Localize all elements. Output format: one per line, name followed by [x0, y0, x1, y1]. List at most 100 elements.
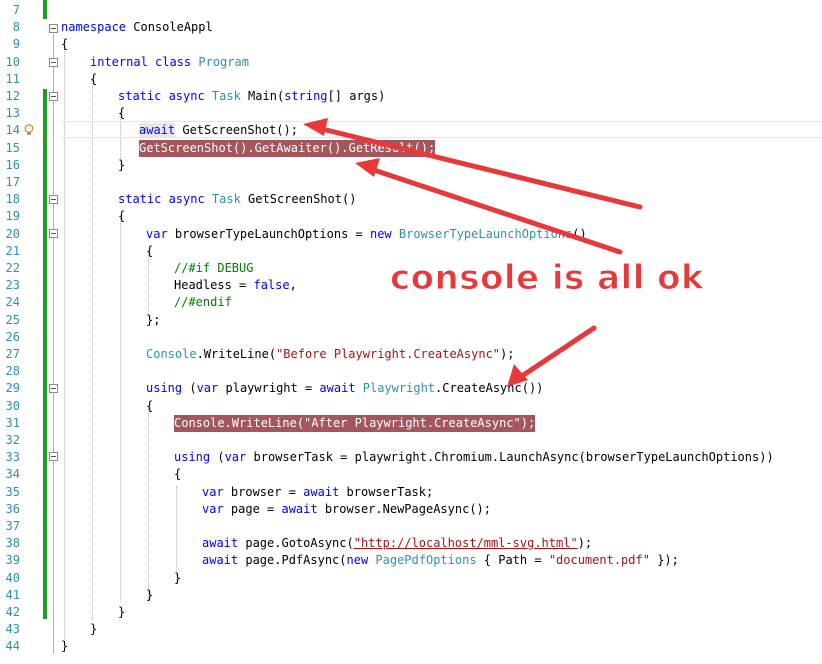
- code-line-44[interactable]: }: [0, 638, 822, 655]
- code-text: GetScreenShot();: [175, 123, 298, 137]
- code-line-30[interactable]: {: [0, 398, 822, 415]
- keyword: await: [202, 553, 239, 567]
- code-text: (: [182, 381, 197, 395]
- code-line-11[interactable]: {: [0, 71, 822, 88]
- keyword: using: [174, 450, 211, 464]
- code-text: browserTask = playwright.Chromium.Launch…: [246, 450, 774, 464]
- code-text: );: [500, 347, 515, 361]
- type-name: Playwright: [355, 381, 436, 395]
- code-line-25[interactable]: };: [0, 312, 822, 329]
- code-text: }: [118, 158, 126, 172]
- code-line-10[interactable]: internal class Program: [0, 54, 822, 71]
- keyword: using: [146, 381, 183, 395]
- keyword: await: [303, 485, 340, 499]
- code-text: Main(: [240, 89, 285, 103]
- code-text: page.PdfAsync(: [238, 553, 347, 567]
- code-line-18[interactable]: static async Task GetScreenShot(): [0, 191, 822, 208]
- code-text: ,: [289, 278, 297, 292]
- code-line-27[interactable]: Console.WriteLine("Before Playwright.Cre…: [0, 346, 822, 363]
- keyword: await: [319, 381, 356, 395]
- code-text: .WriteLine(: [196, 347, 277, 361]
- keyword: namespace: [61, 20, 127, 34]
- code-line-36[interactable]: var page = await browser.NewPageAsync();: [0, 501, 822, 518]
- keyword: await: [281, 502, 318, 516]
- code-text: {: [118, 209, 126, 223]
- keyword: new: [369, 227, 392, 241]
- code-text: { Path =: [476, 553, 549, 567]
- code-text: }: [118, 605, 126, 619]
- code-text: browserTask;: [339, 485, 434, 499]
- code-line-29[interactable]: using (var playwright = await Playwright…: [0, 380, 822, 397]
- code-text: ConsoleAppl: [126, 20, 213, 34]
- line-number: 7: [12, 3, 20, 17]
- code-line-13[interactable]: {: [0, 105, 822, 122]
- code-text: [] args): [327, 89, 386, 103]
- code-line-15[interactable]: GetScreenShot().GetAwaiter().GetResult()…: [0, 140, 822, 157]
- code-text: GetScreenShot(): [240, 192, 357, 206]
- code-line-43[interactable]: }: [0, 621, 822, 638]
- type-name: BrowserTypeLaunchOptions: [391, 227, 573, 241]
- code-line-16[interactable]: }: [0, 157, 822, 174]
- code-text: browser =: [223, 485, 304, 499]
- code-text: {: [61, 37, 69, 51]
- code-line-42[interactable]: }: [0, 604, 822, 621]
- code-line-19[interactable]: {: [0, 208, 822, 225]
- code-text: page =: [223, 502, 282, 516]
- code-text: {: [90, 72, 98, 86]
- code-text: (: [210, 450, 225, 464]
- keyword: var: [196, 381, 219, 395]
- line-number: 26: [5, 330, 20, 344]
- comment: //#if DEBUG: [174, 261, 254, 275]
- code-text: Headless =: [174, 278, 254, 292]
- type-name: Console: [146, 347, 197, 361]
- code-text: });: [649, 553, 679, 567]
- code-text: );: [577, 536, 593, 550]
- code-text: {: [146, 244, 154, 258]
- code-line-35[interactable]: var browser = await browserTask;: [0, 484, 822, 501]
- code-line-41[interactable]: }: [0, 587, 822, 604]
- code-text: {: [174, 467, 182, 481]
- code-line-39[interactable]: await page.PdfAsync(new PagePdfOptions {…: [0, 552, 822, 569]
- code-line-20[interactable]: var browserTypeLaunchOptions = new Brows…: [0, 226, 822, 243]
- code-line-31[interactable]: Console.WriteLine("After Playwright.Crea…: [0, 415, 822, 432]
- line-number: 37: [5, 519, 20, 533]
- string-literal: "Before Playwright.CreateAsync": [276, 347, 501, 361]
- comment: //#endif: [174, 295, 232, 309]
- url-link[interactable]: "http://localhost/mml-svg.html": [354, 536, 578, 550]
- code-editor[interactable]: 7 8 9 10 11 12 13 14 15 16 17 18 19 20 2…: [0, 0, 822, 664]
- code-text: page.GotoAsync(: [238, 536, 354, 550]
- code-line-34[interactable]: {: [0, 466, 822, 483]
- keyword: static async: [118, 192, 205, 206]
- type-name: Program: [191, 55, 249, 69]
- type-name: Task: [204, 192, 241, 206]
- code-line-38[interactable]: await page.GotoAsync("http://localhost/m…: [0, 535, 822, 552]
- keyword: static async: [118, 89, 205, 103]
- code-line-33[interactable]: using (var browserTask = playwright.Chro…: [0, 449, 822, 466]
- code-text: {: [146, 399, 154, 413]
- line-number: 17: [5, 175, 20, 189]
- code-line-12[interactable]: static async Task Main(string[] args): [0, 88, 822, 105]
- code-line-40[interactable]: }: [0, 570, 822, 587]
- code-text: playwright =: [218, 381, 320, 395]
- type-name: Task: [204, 89, 241, 103]
- code-text: .CreateAsync()): [435, 381, 544, 395]
- selected-code: Console.WriteLine("After Playwright.Crea…: [174, 415, 536, 432]
- type-name: PagePdfOptions: [368, 553, 477, 567]
- keyword: internal class: [90, 55, 192, 69]
- selected-code: GetScreenShot().GetAwaiter().GetResult()…: [139, 140, 436, 157]
- code-text: browserTypeLaunchOptions =: [167, 227, 370, 241]
- code-text: }: [174, 571, 182, 585]
- string-literal: "document.pdf": [548, 553, 650, 567]
- code-text: }: [90, 622, 98, 636]
- keyword: var: [202, 502, 224, 516]
- keyword: new: [346, 553, 369, 567]
- keyword: await: [139, 123, 176, 137]
- code-line-9[interactable]: {: [0, 36, 822, 53]
- code-line-8[interactable]: namespace ConsoleAppl: [0, 19, 822, 36]
- code-text: };: [146, 313, 161, 327]
- line-number: 28: [5, 364, 20, 378]
- code-text: (): [572, 227, 587, 241]
- code-text: {: [118, 106, 126, 120]
- keyword: var: [224, 450, 247, 464]
- code-line-14[interactable]: await GetScreenShot();: [0, 122, 822, 139]
